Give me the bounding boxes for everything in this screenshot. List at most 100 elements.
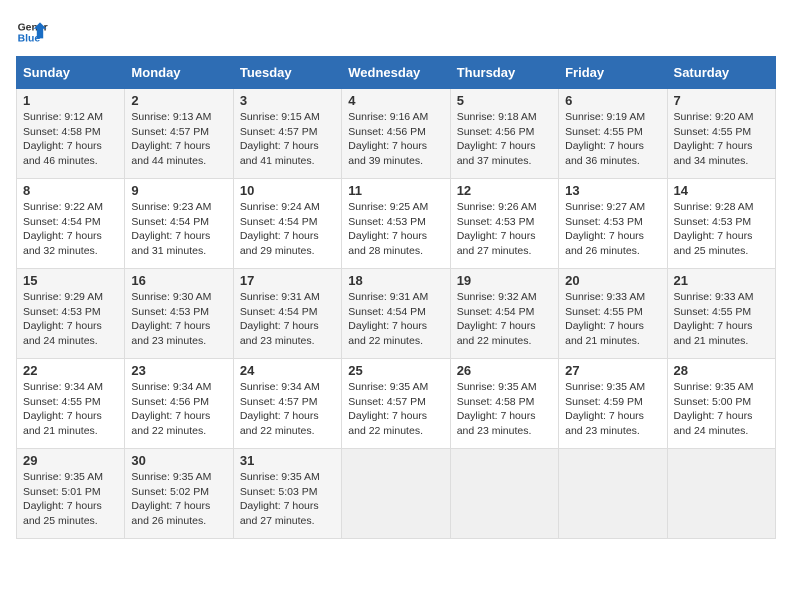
day-number: 27 — [565, 363, 660, 378]
day-number: 21 — [674, 273, 769, 288]
calendar-cell — [667, 449, 775, 539]
week-row-2: 8 Sunrise: 9:22 AM Sunset: 4:54 PM Daylig… — [17, 179, 776, 269]
logo-icon: General Blue — [16, 16, 48, 48]
calendar-cell: 2 Sunrise: 9:13 AM Sunset: 4:57 PM Daylig… — [125, 89, 233, 179]
logo: General Blue — [16, 16, 48, 48]
day-info: Sunrise: 9:35 AM Sunset: 5:03 PM Dayligh… — [240, 470, 335, 529]
calendar-cell: 22Sunrise: 9:34 AM Sunset: 4:55 PM Dayli… — [17, 359, 125, 449]
day-info: Sunrise: 9:34 AM Sunset: 4:56 PM Dayligh… — [131, 380, 226, 439]
day-number: 17 — [240, 273, 335, 288]
col-header-tuesday: Tuesday — [233, 57, 341, 89]
day-info: Sunrise: 9:35 AM Sunset: 5:00 PM Dayligh… — [674, 380, 769, 439]
day-info: Sunrise: 9:31 AM Sunset: 4:54 PM Dayligh… — [240, 290, 335, 349]
day-number: 6 — [565, 93, 660, 108]
calendar-cell: 11 Sunrise: 9:25 AM Sunset: 4:53 PM Dayli… — [342, 179, 450, 269]
day-number: 12 — [457, 183, 552, 198]
calendar-cell: 15 Sunrise: 9:29 AM Sunset: 4:53 PM Dayli… — [17, 269, 125, 359]
col-header-thursday: Thursday — [450, 57, 558, 89]
day-info: Sunrise: 9:31 AM Sunset: 4:54 PM Dayligh… — [348, 290, 443, 349]
col-header-wednesday: Wednesday — [342, 57, 450, 89]
week-row-5: 29Sunrise: 9:35 AM Sunset: 5:01 PM Dayli… — [17, 449, 776, 539]
day-info: Sunrise: 9:19 AM Sunset: 4:55 PM Dayligh… — [565, 110, 660, 169]
calendar-cell: 16 Sunrise: 9:30 AM Sunset: 4:53 PM Dayli… — [125, 269, 233, 359]
col-header-sunday: Sunday — [17, 57, 125, 89]
calendar-cell: 8 Sunrise: 9:22 AM Sunset: 4:54 PM Daylig… — [17, 179, 125, 269]
col-header-saturday: Saturday — [667, 57, 775, 89]
calendar-cell: 6 Sunrise: 9:19 AM Sunset: 4:55 PM Daylig… — [559, 89, 667, 179]
day-info: Sunrise: 9:33 AM Sunset: 4:55 PM Dayligh… — [674, 290, 769, 349]
day-info: Sunrise: 9:24 AM Sunset: 4:54 PM Dayligh… — [240, 200, 335, 259]
calendar-cell: 23 Sunrise: 9:34 AM Sunset: 4:56 PM Dayli… — [125, 359, 233, 449]
calendar-cell: 26Sunrise: 9:35 AM Sunset: 4:58 PM Dayli… — [450, 359, 558, 449]
calendar-cell: 12 Sunrise: 9:26 AM Sunset: 4:53 PM Dayli… — [450, 179, 558, 269]
week-row-4: 22Sunrise: 9:34 AM Sunset: 4:55 PM Dayli… — [17, 359, 776, 449]
col-header-monday: Monday — [125, 57, 233, 89]
calendar-cell: 1 Sunrise: 9:12 AM Sunset: 4:58 PM Daylig… — [17, 89, 125, 179]
day-info: Sunrise: 9:29 AM Sunset: 4:53 PM Dayligh… — [23, 290, 118, 349]
calendar-cell: 21 Sunrise: 9:33 AM Sunset: 4:55 PM Dayli… — [667, 269, 775, 359]
day-info: Sunrise: 9:20 AM Sunset: 4:55 PM Dayligh… — [674, 110, 769, 169]
day-number: 14 — [674, 183, 769, 198]
day-number: 3 — [240, 93, 335, 108]
calendar-cell: 18 Sunrise: 9:31 AM Sunset: 4:54 PM Dayli… — [342, 269, 450, 359]
day-number: 26 — [457, 363, 552, 378]
day-info: Sunrise: 9:30 AM Sunset: 4:53 PM Dayligh… — [131, 290, 226, 349]
calendar-cell: 19 Sunrise: 9:32 AM Sunset: 4:54 PM Dayli… — [450, 269, 558, 359]
day-number: 23 — [131, 363, 226, 378]
day-number: 10 — [240, 183, 335, 198]
calendar-cell: 31 Sunrise: 9:35 AM Sunset: 5:03 PM Dayli… — [233, 449, 341, 539]
day-number: 2 — [131, 93, 226, 108]
calendar-cell: 28 Sunrise: 9:35 AM Sunset: 5:00 PM Dayli… — [667, 359, 775, 449]
calendar-cell: 9 Sunrise: 9:23 AM Sunset: 4:54 PM Daylig… — [125, 179, 233, 269]
calendar-cell — [450, 449, 558, 539]
calendar-cell — [342, 449, 450, 539]
day-number: 25 — [348, 363, 443, 378]
calendar-cell: 5Sunrise: 9:18 AM Sunset: 4:56 PM Daylig… — [450, 89, 558, 179]
calendar-cell: 29Sunrise: 9:35 AM Sunset: 5:01 PM Dayli… — [17, 449, 125, 539]
week-row-1: 1 Sunrise: 9:12 AM Sunset: 4:58 PM Daylig… — [17, 89, 776, 179]
day-info: Sunrise: 9:12 AM Sunset: 4:58 PM Dayligh… — [23, 110, 118, 169]
calendar-cell — [559, 449, 667, 539]
day-number: 20 — [565, 273, 660, 288]
calendar-cell: 13Sunrise: 9:27 AM Sunset: 4:53 PM Dayli… — [559, 179, 667, 269]
day-info: Sunrise: 9:27 AM Sunset: 4:53 PM Dayligh… — [565, 200, 660, 259]
calendar-cell: 24Sunrise: 9:34 AM Sunset: 4:57 PM Dayli… — [233, 359, 341, 449]
day-info: Sunrise: 9:23 AM Sunset: 4:54 PM Dayligh… — [131, 200, 226, 259]
day-number: 18 — [348, 273, 443, 288]
day-number: 8 — [23, 183, 118, 198]
calendar-cell: 3 Sunrise: 9:15 AM Sunset: 4:57 PM Daylig… — [233, 89, 341, 179]
day-number: 31 — [240, 453, 335, 468]
day-number: 5 — [457, 93, 552, 108]
day-number: 24 — [240, 363, 335, 378]
calendar-cell: 25 Sunrise: 9:35 AM Sunset: 4:57 PM Dayli… — [342, 359, 450, 449]
day-number: 9 — [131, 183, 226, 198]
day-number: 19 — [457, 273, 552, 288]
calendar-table: SundayMondayTuesdayWednesdayThursdayFrid… — [16, 56, 776, 539]
header-row: SundayMondayTuesdayWednesdayThursdayFrid… — [17, 57, 776, 89]
day-info: Sunrise: 9:16 AM Sunset: 4:56 PM Dayligh… — [348, 110, 443, 169]
day-number: 15 — [23, 273, 118, 288]
day-info: Sunrise: 9:32 AM Sunset: 4:54 PM Dayligh… — [457, 290, 552, 349]
week-row-3: 15 Sunrise: 9:29 AM Sunset: 4:53 PM Dayli… — [17, 269, 776, 359]
day-info: Sunrise: 9:34 AM Sunset: 4:55 PM Dayligh… — [23, 380, 118, 439]
calendar-cell: 30 Sunrise: 9:35 AM Sunset: 5:02 PM Dayli… — [125, 449, 233, 539]
day-info: Sunrise: 9:33 AM Sunset: 4:55 PM Dayligh… — [565, 290, 660, 349]
col-header-friday: Friday — [559, 57, 667, 89]
day-number: 4 — [348, 93, 443, 108]
day-number: 16 — [131, 273, 226, 288]
day-info: Sunrise: 9:15 AM Sunset: 4:57 PM Dayligh… — [240, 110, 335, 169]
day-number: 11 — [348, 183, 443, 198]
day-info: Sunrise: 9:22 AM Sunset: 4:54 PM Dayligh… — [23, 200, 118, 259]
day-info: Sunrise: 9:25 AM Sunset: 4:53 PM Dayligh… — [348, 200, 443, 259]
day-number: 28 — [674, 363, 769, 378]
calendar-cell: 4 Sunrise: 9:16 AM Sunset: 4:56 PM Daylig… — [342, 89, 450, 179]
day-number: 7 — [674, 93, 769, 108]
day-number: 30 — [131, 453, 226, 468]
calendar-cell: 20 Sunrise: 9:33 AM Sunset: 4:55 PM Dayli… — [559, 269, 667, 359]
day-info: Sunrise: 9:13 AM Sunset: 4:57 PM Dayligh… — [131, 110, 226, 169]
calendar-cell: 27Sunrise: 9:35 AM Sunset: 4:59 PM Dayli… — [559, 359, 667, 449]
day-info: Sunrise: 9:35 AM Sunset: 5:02 PM Dayligh… — [131, 470, 226, 529]
day-number: 1 — [23, 93, 118, 108]
day-info: Sunrise: 9:26 AM Sunset: 4:53 PM Dayligh… — [457, 200, 552, 259]
day-info: Sunrise: 9:35 AM Sunset: 4:57 PM Dayligh… — [348, 380, 443, 439]
